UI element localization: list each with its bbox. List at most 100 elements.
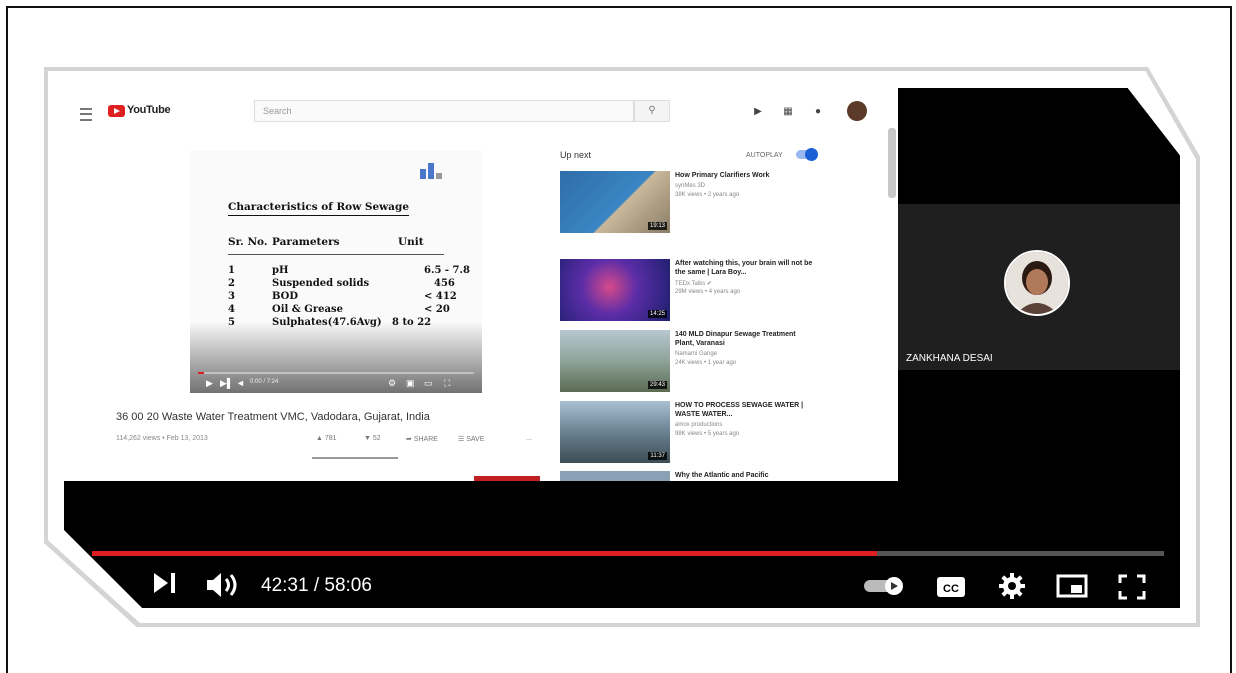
- recommendation-title[interactable]: HOW TO PROCESS SEWAGE WATER | WASTE WATE…: [675, 401, 815, 419]
- slide-row: 2 Suspended solids 456: [228, 278, 455, 289]
- recommendation-title[interactable]: Why the Atlantic and Pacific: [675, 471, 815, 480]
- page-frame-right: [1230, 6, 1232, 673]
- like-ratio-bar: [312, 457, 398, 459]
- save-button[interactable]: ☰ SAVE: [458, 435, 484, 443]
- like-icon: ▲: [316, 435, 323, 442]
- video-play-icon[interactable]: ▶: [206, 377, 213, 389]
- recommendation-channel: TEDx Talks ✔: [675, 281, 712, 287]
- participant-panel-top: [898, 88, 1180, 204]
- recommendation-meta: 29M views • 4 years ago: [675, 289, 741, 295]
- fullscreen-icon[interactable]: [1118, 574, 1146, 605]
- save-icon: ☰: [458, 436, 465, 443]
- recommendation-channel: amox productions: [675, 422, 723, 428]
- notifications-bell-icon[interactable]: ●: [812, 106, 824, 118]
- video-settings-icon[interactable]: ⚙: [388, 377, 396, 389]
- slide-rule: [228, 254, 444, 255]
- create-video-icon[interactable]: ▶: [752, 106, 764, 118]
- duration-badge: 19:13: [647, 222, 667, 230]
- duration-badge: 14:25: [647, 310, 667, 318]
- svg-text:CC: CC: [943, 583, 959, 595]
- player-progress-bar[interactable]: [92, 551, 1164, 556]
- slide-row: 3 BOD < 412: [228, 291, 457, 302]
- video-title: 36 00 20 Waste Water Treatment VMC, Vado…: [116, 411, 430, 423]
- recommendation-title[interactable]: How Primary Clarifiers Work: [675, 171, 815, 180]
- participant-name: ZANKHANA DESAI: [906, 353, 993, 364]
- recommendation-item[interactable]: 19:13 How Primary Clarifiers Work synMes…: [560, 171, 880, 237]
- recommendation-meta: 24K views • 1 year ago: [675, 360, 737, 366]
- shared-screen: YouTube Search ⚲ ▶ ▦ ● Characteristics o…: [64, 88, 898, 481]
- like-count: 781: [324, 435, 337, 442]
- recommendation-meta: 38K views • 2 years ago: [675, 192, 740, 198]
- youtube-logo-text[interactable]: YouTube: [127, 104, 171, 116]
- video-time: 0:00 / 7:24: [250, 379, 279, 385]
- menu-icon[interactable]: [80, 108, 92, 121]
- recommendation-channel: Namami Gange: [675, 351, 718, 357]
- video-player[interactable]: YouTube Search ⚲ ▶ ▦ ● Characteristics o…: [64, 88, 1180, 608]
- up-next-label: Up next: [560, 150, 592, 160]
- video-next-icon[interactable]: ▶▌: [220, 377, 233, 389]
- recommendation-item[interactable]: 14:25 After watching this, your brain wi…: [560, 259, 880, 325]
- recommendation-thumbnail[interactable]: 19:13: [560, 171, 670, 233]
- more-actions-button[interactable]: ...: [526, 435, 532, 442]
- video-volume-icon[interactable]: ◄: [236, 377, 245, 389]
- video-fullscreen-icon[interactable]: ⛶: [444, 377, 450, 389]
- subscribe-strip: [474, 476, 540, 481]
- next-icon[interactable]: [152, 572, 178, 599]
- save-label: SAVE: [466, 436, 485, 443]
- volume-icon[interactable]: [205, 572, 241, 603]
- video-theater-icon[interactable]: ▭: [424, 377, 433, 389]
- recommendation-item[interactable]: Why the Atlantic and Pacific: [560, 471, 880, 481]
- recommendation-item[interactable]: 11:37 HOW TO PROCESS SEWAGE WATER | WAST…: [560, 401, 880, 467]
- autoplay-toggle-icon[interactable]: [864, 576, 908, 601]
- recommendation-thumbnail[interactable]: [560, 471, 670, 481]
- autoplay-toggle[interactable]: [796, 148, 818, 161]
- slide-logo-icon: [416, 161, 446, 179]
- account-avatar[interactable]: [847, 101, 867, 121]
- page-frame-top: [6, 6, 1232, 8]
- page-frame-left: [6, 6, 8, 673]
- share-button[interactable]: ➦ SHARE: [406, 435, 438, 443]
- apps-grid-icon[interactable]: ▦: [782, 106, 794, 118]
- autoplay-label: AUTOPLAY: [746, 152, 783, 159]
- video-progress-fill: [198, 372, 204, 374]
- player-time: 42:31 / 58:06: [261, 575, 372, 596]
- dislike-button[interactable]: ▼ 52: [364, 435, 381, 442]
- video-progress-bar[interactable]: [198, 372, 474, 374]
- search-icon[interactable]: ⚲: [634, 100, 670, 122]
- video-frame[interactable]: Characteristics of Row Sewage Sr. No. Pa…: [190, 151, 482, 393]
- slide-row: 4 Oil & Grease < 20: [228, 304, 450, 315]
- verified-icon: ✔: [706, 281, 712, 287]
- recommendation-item[interactable]: 29:43 140 MLD Dinapur Sewage Treatment P…: [560, 330, 880, 396]
- participant-panel-bottom: [898, 370, 1180, 481]
- youtube-logo-icon[interactable]: [108, 105, 125, 117]
- youtube-header: YouTube Search ⚲ ▶ ▦ ●: [64, 88, 898, 136]
- slide-row: 1 pH 6.5 - 7.8: [228, 265, 470, 276]
- duration-badge: 11:37: [648, 452, 667, 460]
- search-input[interactable]: Search: [254, 100, 634, 122]
- recommendation-thumbnail[interactable]: 29:43: [560, 330, 670, 392]
- slide-header-parameters: Parameters: [272, 236, 340, 248]
- miniplayer-icon[interactable]: [1056, 574, 1088, 603]
- dislike-icon: ▼: [364, 435, 371, 442]
- slide-header-unit: Unit: [398, 236, 424, 248]
- recommendation-channel: synMes 3D: [675, 183, 706, 189]
- video-miniplayer-icon[interactable]: ▣: [406, 377, 415, 389]
- recommendation-meta: 98K views • 5 years ago: [675, 431, 740, 437]
- scrollbar[interactable]: [888, 128, 896, 198]
- recommendation-title[interactable]: 140 MLD Dinapur Sewage Treatment Plant, …: [675, 330, 815, 348]
- share-label: SHARE: [413, 436, 438, 443]
- slide-title: Characteristics of Row Sewage: [228, 201, 410, 216]
- slide-header-srno: Sr. No.: [228, 236, 268, 248]
- captions-icon[interactable]: CC: [936, 576, 966, 603]
- like-button[interactable]: ▲ 781: [316, 435, 337, 442]
- recommendation-thumbnail[interactable]: 11:37: [560, 401, 670, 463]
- share-icon: ➦: [406, 436, 412, 443]
- recommendation-title[interactable]: After watching this, your brain will not…: [675, 259, 815, 277]
- settings-gear-icon[interactable]: [998, 572, 1026, 605]
- recommendation-thumbnail[interactable]: 14:25: [560, 259, 670, 321]
- video-controls-shade: [190, 321, 482, 393]
- participant-avatar: [1004, 250, 1070, 316]
- player-progress-fill: [92, 551, 877, 556]
- video-meta: 114,262 views • Feb 13, 2013: [116, 435, 208, 442]
- duration-badge: 29:43: [647, 381, 667, 389]
